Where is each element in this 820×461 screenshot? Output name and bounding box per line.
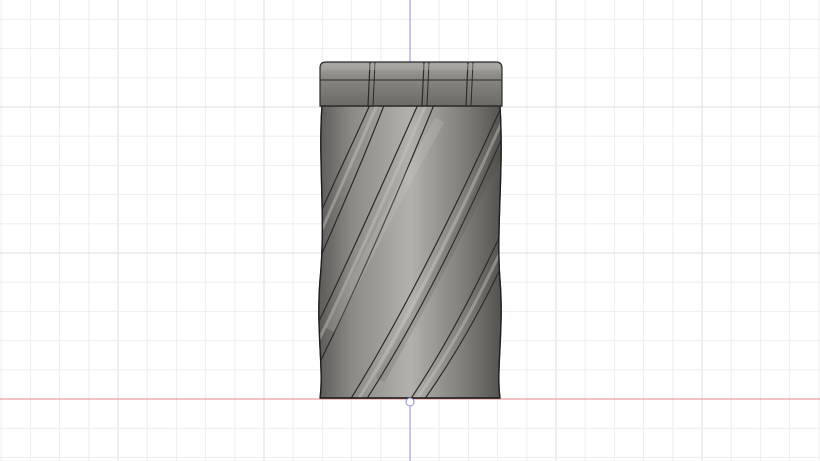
model-top-cap[interactable]	[319, 61, 503, 107]
model-body[interactable]	[318, 105, 502, 399]
origin-marker-icon[interactable]	[405, 397, 415, 407]
viewport-svg[interactable]	[0, 0, 820, 461]
design-canvas[interactable]	[0, 0, 820, 461]
helical-cylinder-body-icon[interactable]	[300, 61, 520, 400]
